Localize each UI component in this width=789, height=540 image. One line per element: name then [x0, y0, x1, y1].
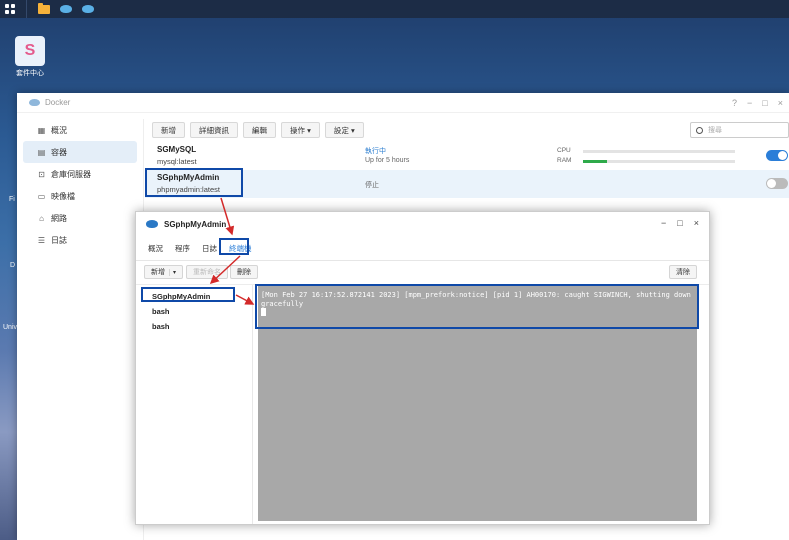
container-icon: ▤ [37, 147, 46, 157]
docker-titlebar[interactable]: Docker [17, 93, 789, 113]
uptime-text: Up for 5 hours [365, 157, 410, 164]
grid-icon [5, 4, 15, 14]
sidebar-item-label: 網路 [51, 213, 67, 223]
search-input[interactable]: 搜尋 [690, 122, 789, 138]
sidebar-item-label: 倉庫伺服器 [51, 169, 91, 179]
package-center-label: 套件中心 [16, 70, 44, 77]
docker-icon [82, 5, 94, 13]
delete-button[interactable]: 刪除 [230, 265, 258, 279]
settings-dropdown[interactable]: 設定 ▾ [324, 122, 364, 138]
sidebar-item-overview[interactable]: ▦ 概況 [23, 119, 137, 141]
tab-overview[interactable]: 概況 [142, 241, 169, 255]
docker-icon [60, 5, 72, 13]
tabs-divider [136, 260, 709, 261]
docker-icon [29, 99, 40, 106]
table-row[interactable]: SGMySQL mysql:latest 執行中 Up for 5 hours … [145, 142, 789, 170]
container-name: SGMySQL [157, 145, 197, 154]
overview-icon: ▦ [37, 125, 46, 135]
cpu-label: CPU [557, 147, 571, 154]
cpu-bar [583, 150, 735, 153]
container-toolbar: 新增 詳細資訊 編輯 操作 ▾ 設定 ▾ [152, 122, 364, 138]
list-item[interactable]: bash [136, 304, 252, 319]
package-center-shortcut[interactable]: S 套件中心 [12, 36, 48, 78]
close-button[interactable]: × [778, 98, 783, 108]
maximize-button[interactable]: □ [677, 218, 682, 228]
action-dropdown[interactable]: 操作 ▾ [281, 122, 320, 138]
minimize-button[interactable]: − [661, 218, 666, 228]
taskbar-divider [26, 0, 27, 18]
desktop-label-fragment: D [10, 262, 16, 269]
clear-button[interactable]: 清除 [669, 265, 697, 279]
sidebar-item-label: 概況 [51, 125, 67, 135]
desktop-label-fragment: Fi [9, 196, 15, 203]
network-icon: ⌂ [39, 213, 44, 223]
package-center-icon: S [15, 36, 45, 66]
ram-label: RAM [557, 157, 572, 164]
status-stopped: 停止 [365, 182, 379, 189]
detail-titlebar[interactable]: SGphpMyAdmin [136, 212, 709, 236]
sidebar-item-network[interactable]: ⌂ 網路 [23, 207, 137, 229]
docker-icon [146, 220, 158, 228]
rename-button[interactable]: 重新命名 [186, 265, 228, 279]
sidebar-item-log[interactable]: ☰ 日誌 [23, 229, 137, 251]
taskbar-file-station[interactable] [33, 0, 55, 18]
sidebar-item-image[interactable]: ▭ 映像檔 [23, 185, 137, 207]
edit-button[interactable]: 編輯 [243, 122, 276, 138]
create-button[interactable]: 新增 [152, 122, 185, 138]
sidebar-item-label: 容器 [51, 147, 67, 157]
maximize-button[interactable]: □ [762, 98, 767, 108]
list-item[interactable]: bash [136, 319, 252, 334]
toggle-knob [778, 151, 787, 160]
detail-window-controls: − □ × [661, 218, 699, 228]
container-detail-window: SGphpMyAdmin − □ × 概況 程序 日誌 終端機 新增 ▾ 重新命… [135, 211, 710, 525]
window-controls: ? − □ × [732, 98, 783, 108]
highlight-box-terminal-tab [219, 238, 249, 255]
container-image: mysql:latest [157, 157, 197, 166]
taskbar-docker-2[interactable] [77, 0, 99, 18]
sidebar-item-registry[interactable]: ⊡ 倉庫伺服器 [23, 163, 137, 185]
container-toggle-off[interactable] [766, 178, 788, 189]
help-button[interactable]: ? [732, 98, 737, 108]
taskbar [0, 0, 789, 18]
close-button[interactable]: × [694, 218, 699, 228]
main-menu-button[interactable] [0, 0, 20, 18]
container-toggle-on[interactable] [766, 150, 788, 161]
tab-process[interactable]: 程序 [169, 241, 196, 255]
taskbar-docker[interactable] [55, 0, 77, 18]
sidebar-item-label: 映像檔 [51, 191, 75, 201]
highlight-box-container-row [145, 168, 243, 197]
detail-title: SGphpMyAdmin [164, 219, 227, 229]
session-list: SGphpMyAdmin bash bash [136, 285, 253, 524]
details-button[interactable]: 詳細資訊 [190, 122, 238, 138]
sidebar: ▦ 概況 ▤ 容器 ⊡ 倉庫伺服器 ▭ 映像檔 ⌂ 網路 ☰ 日誌 [17, 119, 144, 540]
ram-bar-fill [583, 160, 608, 163]
highlight-box-terminal-output [255, 284, 699, 329]
sidebar-item-container[interactable]: ▤ 容器 [23, 141, 137, 163]
status-running: 執行中 [365, 148, 386, 155]
desktop-label-fragment: Univ [3, 324, 18, 331]
folder-icon [38, 2, 50, 14]
log-icon: ☰ [37, 235, 46, 245]
minimize-button[interactable]: − [747, 98, 752, 108]
search-icon [696, 126, 703, 134]
window-title: Docker [45, 98, 71, 107]
create-label: 新增 [151, 269, 165, 276]
search-placeholder: 搜尋 [708, 127, 722, 134]
image-icon: ▭ [37, 191, 46, 201]
toggle-knob [767, 179, 776, 188]
registry-icon: ⊡ [38, 169, 45, 179]
sidebar-item-label: 日誌 [51, 235, 67, 245]
ram-bar [583, 160, 735, 163]
create-session-button[interactable]: 新增 ▾ [144, 265, 184, 279]
chevron-down-icon[interactable]: ▾ [169, 268, 176, 276]
highlight-box-session [141, 287, 235, 302]
